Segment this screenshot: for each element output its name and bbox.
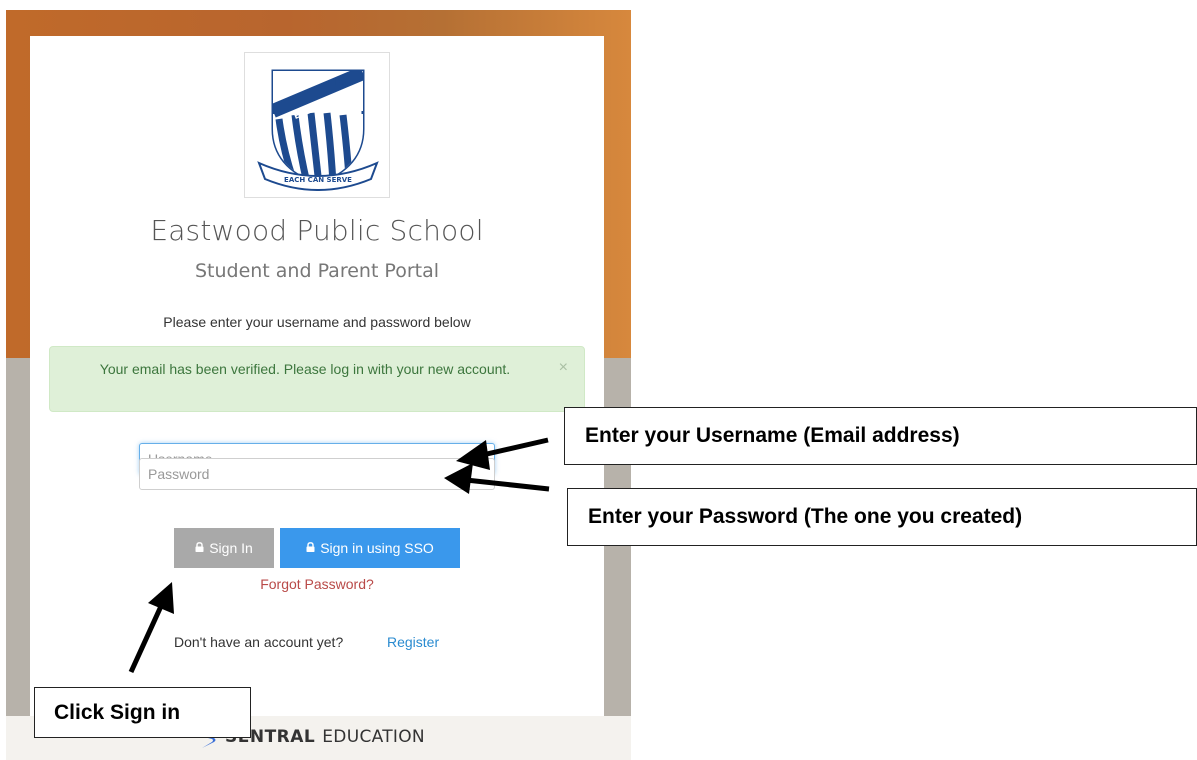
password-hint-callout: Enter your Password (The one you created… — [567, 488, 1197, 546]
arrow-to-sign-in — [128, 582, 174, 674]
sign-in-hint-callout: Click Sign in — [34, 687, 251, 738]
annotation-arrows — [128, 437, 550, 674]
username-hint-callout: Enter your Username (Email address) — [564, 407, 1197, 465]
arrow-to-password — [444, 463, 550, 494]
